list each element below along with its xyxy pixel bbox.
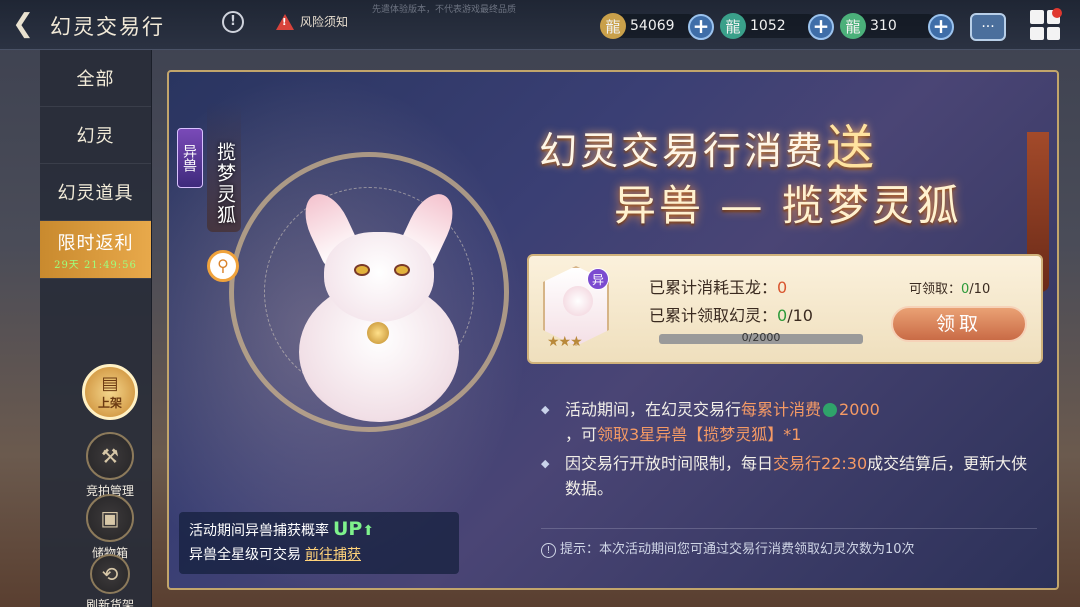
beast-tag: 异 [587, 268, 609, 290]
fox-bell [367, 322, 389, 344]
refresh-label: 刷新货架 [85, 598, 134, 607]
stat-total: /10 [787, 306, 813, 325]
tip-text: ! 提示：本次活动期间您可通过交易行消费领取幻灵次数为10次 [541, 538, 915, 558]
fox-portrait-icon [563, 286, 593, 316]
go-capture-link[interactable]: 前往捕获 [305, 547, 361, 563]
rule-highlight: *1 [783, 425, 802, 444]
sidebar-item-all[interactable]: 全部 [40, 50, 151, 107]
chat-icon[interactable]: ··· [970, 13, 1006, 41]
claimable-label: 可领取： [909, 282, 962, 297]
jade-dragon-icon: 龍 [720, 13, 746, 39]
refresh-icon: ⟲ [90, 554, 130, 594]
rule-highlight: 2000 [839, 400, 880, 419]
info-circle-icon: ! [541, 543, 556, 558]
add-green-button[interactable]: + [928, 14, 954, 40]
capture-promo: 活动期间异兽捕获概率 UP⬆ 异兽全星级可交易 前往捕获 [179, 512, 459, 574]
risk-notice-label: 风险须知 [300, 15, 349, 29]
storage-button[interactable]: ▣ 储物箱 [84, 494, 136, 561]
countdown-timer: 29天 21:49:56 [54, 259, 137, 271]
sidebar-item-label: 幻灵 [76, 126, 115, 147]
banner-subtitle: 异兽 — 揽梦灵狐 [614, 181, 962, 230]
banner-title-highlight: 送 [826, 120, 878, 176]
sidebar-item-label: 幻灵道具 [57, 183, 134, 204]
stat-value: 0 [777, 306, 788, 325]
rule-highlight: 每累计消费 [741, 400, 822, 419]
claimable-count: 可领取：0/10 [909, 278, 990, 297]
back-arrow-icon[interactable]: ❮ [6, 9, 40, 39]
divider [541, 528, 1037, 529]
risk-notice-link[interactable]: ! 风险须知 [276, 13, 348, 30]
stat-label: 已累计领取幻灵： [649, 306, 778, 325]
banner-title: 幻灵交易行消费送 [539, 108, 877, 178]
fox-eye [394, 264, 410, 276]
sidebar-item-label: 全部 [76, 69, 115, 90]
currency-gold: 龍 54069 [600, 13, 700, 39]
star-rating: ★★★ [547, 334, 583, 350]
promo-text: 异兽全星级可交易 [189, 547, 301, 563]
event-rules: 活动期间，在幻灵交易行每累计消费 2000 ，可领取3星异兽【揽梦灵狐】*1 因交易… [541, 397, 1031, 505]
shelf-label: 上架 [97, 396, 122, 410]
sidebar-item-spirit-items[interactable]: 幻灵道具 [40, 164, 151, 221]
stat-value: 0 [777, 278, 788, 297]
reward-card: 异 ★★★ 已累计消耗玉龙：0 已累计领取幻灵：0/10 0/2000 可领取：… [527, 254, 1043, 364]
rule-item: 因交易行开放时间限制，每日交易行22:30成交结算后，更新大侠数据。 [541, 451, 1031, 501]
refresh-shelf-button[interactable]: ⟲ 刷新货架 [80, 554, 140, 607]
claimable-total: /10 [969, 282, 991, 297]
disclaimer-text: 先遣体验版本，不代表游戏最终品质 [372, 5, 517, 15]
up-arrow-icon: ⬆ [362, 523, 375, 539]
auction-management-button[interactable]: ⚒ 竞拍管理 [84, 432, 136, 499]
currency-green-value: 310 [870, 18, 897, 34]
page-title: 幻灵交易行 [50, 15, 165, 39]
tip-label: 提示：本次活动期间您可通过交易行消费领取幻灵次数为10次 [560, 542, 915, 557]
fox-head [324, 232, 434, 322]
gavel-icon: ⚒ [86, 432, 134, 480]
rule-text: 活动期间，在幻灵交易行 [565, 400, 742, 419]
beast-badge: 异兽 [177, 128, 203, 188]
sidebar-item-label: 限时返利 [57, 232, 134, 254]
event-panel: 异兽 揽梦灵狐 ⚲ 活动期间异兽捕获概率 UP⬆ 异兽全星级可交易 前往捕获 幻灵交… [167, 70, 1059, 590]
currency-green: 龍 310 [840, 13, 940, 39]
fox-illustration [269, 186, 489, 452]
claim-button[interactable]: 领取 [891, 306, 1027, 342]
gold-dragon-icon: 龍 [600, 13, 626, 39]
currency-jade: 龍 1052 [720, 13, 820, 39]
sidebar-item-spirit[interactable]: 幻灵 [40, 107, 151, 164]
rule-item: 活动期间，在幻灵交易行每累计消费 2000 ，可领取3星异兽【揽梦灵狐】*1 [541, 397, 1031, 447]
top-bar: ❮ 幻灵交易行 ! ! 风险须知 先遣体验版本，不代表游戏最终品质 龍 5406… [0, 0, 1080, 50]
up-badge: UP [333, 518, 363, 540]
green-dragon-icon: 龍 [840, 13, 866, 39]
claimed-stat: 已累计领取幻灵：0/10 [649, 302, 813, 326]
rule-text: 因交易行开放时间限制，每日 [565, 454, 774, 473]
fox-eye [354, 264, 370, 276]
promo-text: 活动期间异兽捕获概率 [189, 523, 329, 539]
rule-highlight: 领取3星异兽【揽梦灵狐】 [597, 425, 784, 444]
sidebar-item-limited-rebate[interactable]: 限时返利 29天 21:49:56 [40, 221, 151, 279]
notification-dot [1052, 8, 1062, 18]
currency-gold-value: 54069 [630, 18, 675, 34]
shelf-icon: ▤ [101, 373, 119, 394]
list-item-button[interactable]: ▤ 上架 [82, 364, 138, 420]
info-icon[interactable]: ! [222, 11, 244, 33]
hero-name: 揽梦灵狐 [214, 142, 236, 226]
progress-text: 0/2000 [741, 331, 781, 344]
chest-icon: ▣ [86, 494, 134, 542]
banner-title-text: 幻灵交易行消费 [539, 129, 827, 173]
jade-dragon-icon [823, 403, 838, 417]
add-gold-button[interactable]: + [688, 14, 714, 40]
jade-spent-stat: 已累计消耗玉龙：0 [649, 274, 787, 298]
currency-jade-value: 1052 [750, 18, 786, 34]
stat-label: 已累计消耗玉龙： [649, 278, 778, 297]
add-jade-button[interactable]: + [808, 14, 834, 40]
magnify-icon[interactable]: ⚲ [207, 250, 239, 282]
rule-text: ，可 [565, 425, 598, 444]
warning-icon: ! [276, 13, 294, 30]
rule-highlight: 交易行22:30 [773, 454, 868, 473]
